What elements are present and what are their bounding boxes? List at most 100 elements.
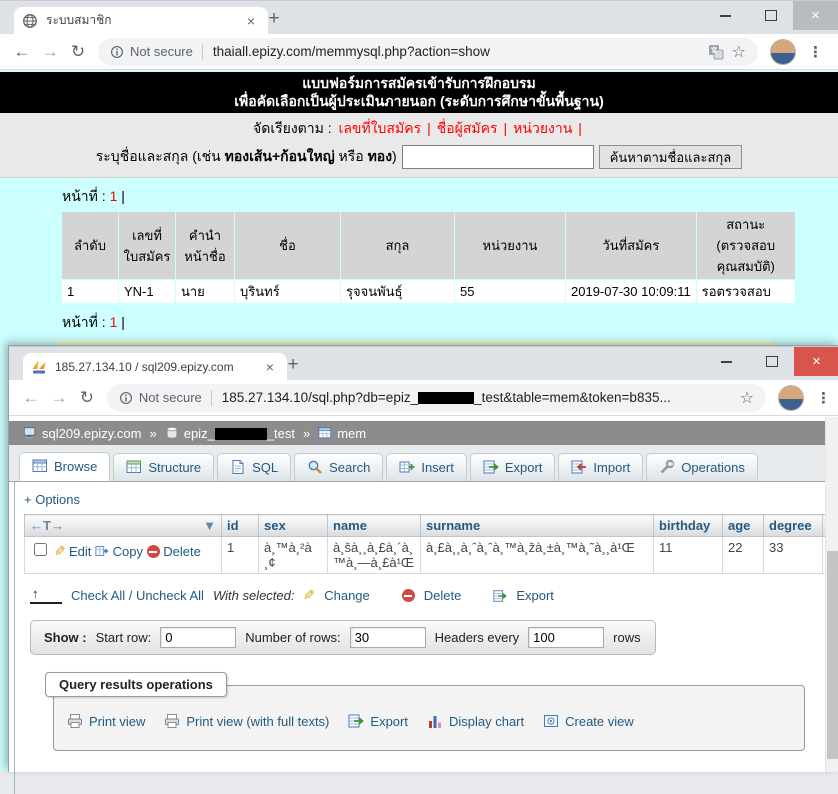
edit-link[interactable]: Edit [69, 544, 91, 559]
vertical-scrollbar[interactable] [825, 417, 838, 772]
breadcrumb-server-link[interactable]: sql209.epizy.com [42, 426, 141, 441]
globe-favicon [22, 13, 38, 29]
delete-icon [402, 589, 415, 602]
tab-close-icon[interactable]: × [242, 13, 260, 29]
maximize-button[interactable] [749, 347, 794, 376]
sort-separator: | [427, 120, 431, 136]
profile-avatar[interactable] [778, 385, 804, 411]
breadcrumb-table-link[interactable]: mem [337, 426, 366, 441]
url-text[interactable]: 185.27.134.10/sql.php?db=epiz__test&tabl… [222, 390, 732, 405]
scrollbar-thumb[interactable] [827, 551, 838, 759]
print-view-full-link[interactable]: Print view (with full texts) [186, 714, 329, 729]
info-icon[interactable] [119, 391, 133, 405]
search-icon [307, 459, 323, 475]
row-actions: ✎ Edit Copy Delete [25, 537, 222, 574]
back-button[interactable]: ← [8, 42, 36, 62]
display-chart-link[interactable]: Display chart [449, 714, 524, 729]
new-tab-button[interactable]: + [262, 8, 286, 30]
col-header-id[interactable]: id [222, 515, 259, 537]
search-button[interactable]: ค้นหาตามชื่อและสกุล [599, 145, 743, 169]
query-operations-row: Print view Print view (with full texts) … [67, 713, 804, 729]
browser-tab-thaiall[interactable]: ระบบสมาชิก × [14, 7, 268, 34]
headers-every-input[interactable] [528, 627, 604, 648]
sort-label: จัดเรียงตาม : [253, 120, 332, 136]
sort-link-regno[interactable]: เลขที่ใบสมัคร [339, 120, 422, 136]
not-secure-label[interactable]: Not secure [130, 44, 193, 59]
col-header-name[interactable]: name [328, 515, 421, 537]
table-row: 1 YN-1 นาย บุรินทร์ รุจจนพันธุ์ 55 2019-… [62, 280, 795, 303]
tab-search[interactable]: Search [294, 453, 383, 481]
url-text[interactable]: thaiall.epizy.com/memmysql.php?action=sh… [213, 44, 708, 59]
close-window-button[interactable]: × [793, 1, 838, 30]
minimize-button[interactable] [703, 1, 748, 30]
minimize-button[interactable] [704, 347, 749, 376]
dropdown-icon[interactable]: ▼ [203, 518, 216, 533]
col-header-birthday[interactable]: birthday [654, 515, 723, 537]
query-results-operations-fieldset: Query results operations Print view Prin… [53, 685, 805, 751]
redaction-box [215, 428, 267, 440]
export-link[interactable]: Export [370, 714, 408, 729]
info-icon[interactable] [110, 45, 124, 59]
col-header-age[interactable]: age [723, 515, 764, 537]
tab-operations[interactable]: Operations [646, 453, 758, 481]
back-button[interactable]: ← [17, 388, 45, 408]
bookmark-star-icon[interactable]: ☆ [732, 42, 746, 62]
browser-tab-phpmyadmin[interactable]: 185.27.134.10 / sql209.epizy.com × [23, 353, 287, 380]
translate-icon[interactable] [708, 44, 724, 60]
sort-link-name[interactable]: ชื่อผู้สมัคร [437, 120, 498, 136]
num-rows-input[interactable] [350, 627, 426, 648]
search-label: ระบุชื่อและสกุล (เช่น ทองเส้น+ก้อนใหญ่ ห… [96, 146, 397, 168]
forward-button[interactable]: → [36, 42, 64, 62]
transpose-icon[interactable]: ←T→ [30, 518, 64, 533]
tab-sql[interactable]: SQL [217, 453, 291, 481]
page-number-link[interactable]: 1 [110, 188, 118, 204]
name-search-input[interactable] [402, 145, 594, 169]
server-icon [23, 426, 37, 440]
close-window-button[interactable]: × [794, 347, 838, 376]
structure-icon [126, 459, 142, 475]
col-header-surname[interactable]: surname [421, 515, 654, 537]
forward-button[interactable]: → [45, 388, 73, 408]
row-checkbox[interactable] [34, 543, 47, 556]
profile-avatar[interactable] [770, 39, 796, 65]
delete-link[interactable]: Delete [163, 544, 201, 559]
start-row-input[interactable] [160, 627, 236, 648]
page-number-link[interactable]: 1 [110, 314, 118, 330]
col-header-sex[interactable]: sex [259, 515, 328, 537]
create-view-link[interactable]: Create view [565, 714, 634, 729]
reload-button[interactable]: ↻ [73, 388, 101, 408]
delete-selected-link[interactable]: Delete [424, 588, 462, 603]
bookmark-star-icon[interactable]: ☆ [740, 388, 754, 408]
browser-menu-icon[interactable]: ⋮ [816, 389, 831, 407]
tab-export[interactable]: Export [470, 453, 556, 481]
not-secure-label[interactable]: Not secure [139, 390, 202, 405]
tab-import[interactable]: Import [558, 453, 643, 481]
check-all-link[interactable]: Check All / Uncheck All [71, 588, 204, 603]
cell-name: à¸šà¸¸à¸£à¸´à¸™à¸—à¸£à¹Œ [328, 537, 421, 574]
breadcrumb-database-link[interactable]: epiz__test [184, 426, 295, 441]
export-selected-link[interactable]: Export [516, 588, 554, 603]
tab-browse[interactable]: Browse [19, 452, 110, 481]
members-header-row: ลำดับ เลขที่ ใบสมัคร คำนำ หน้าชื่อ ชื่อ … [62, 212, 795, 279]
browser-menu-icon[interactable]: ⋮ [808, 43, 823, 61]
sort-link-org[interactable]: หน่วยงาน [513, 120, 572, 136]
grid-data-row: ✎ Edit Copy Delete 1 à¸™à¸²à¸¢ à¸šà¸¸à¸£… [25, 537, 838, 574]
redaction-box [418, 392, 474, 404]
cell-lastname: รุจจนพันธุ์ [341, 280, 454, 303]
col-header-degree[interactable]: degree [764, 515, 823, 537]
new-tab-button[interactable]: + [281, 354, 305, 376]
tab-insert[interactable]: Insert [386, 453, 467, 481]
address-bar[interactable]: Not secure 185.27.134.10/sql.php?db=epiz… [107, 384, 766, 412]
reload-button[interactable]: ↻ [64, 42, 92, 62]
cell-prefix: นาย [176, 280, 234, 303]
tab-close-icon[interactable]: × [261, 359, 279, 375]
tab-structure[interactable]: Structure [113, 453, 214, 481]
maximize-button[interactable] [748, 1, 793, 30]
change-link[interactable]: Change [324, 588, 370, 603]
print-view-link[interactable]: Print view [89, 714, 145, 729]
start-row-label: Start row: [96, 630, 152, 645]
copy-link[interactable]: Copy [113, 544, 143, 559]
cell-age: 22 [723, 537, 764, 574]
options-toggle[interactable]: + Options [24, 492, 838, 507]
address-bar[interactable]: Not secure thaiall.epizy.com/memmysql.ph… [98, 38, 758, 66]
